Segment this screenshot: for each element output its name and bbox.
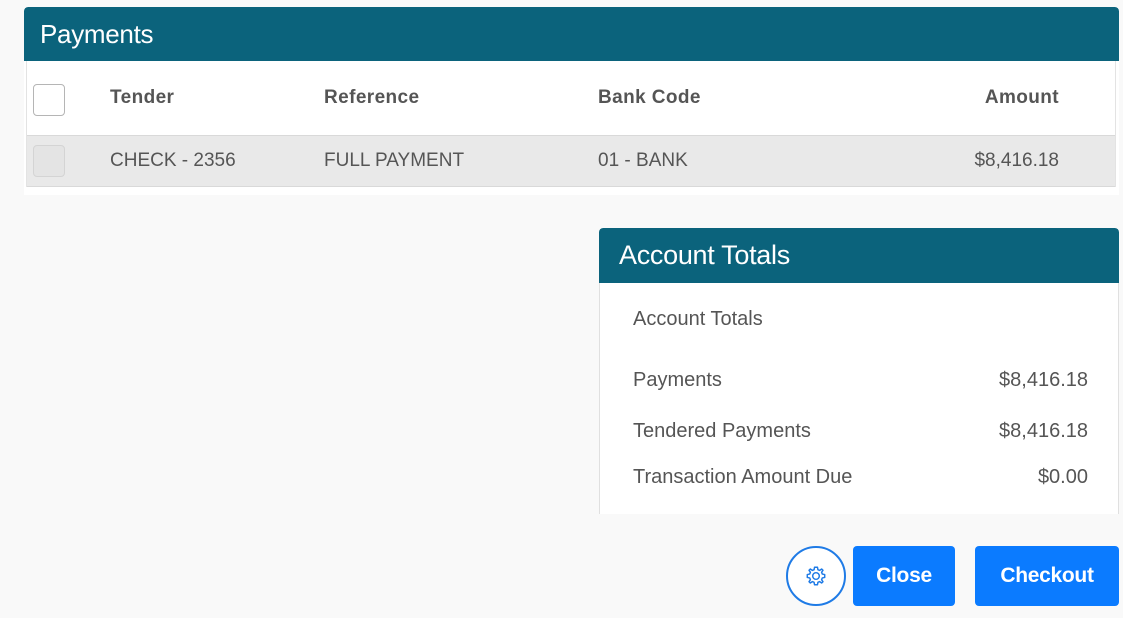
payments-panel-title: Payments [24, 7, 1119, 61]
cell-amount: $8,416.18 [974, 150, 1059, 171]
row-checkbox[interactable] [33, 145, 65, 177]
payments-panel: Payments Tender Reference Bank Code Amou… [24, 7, 1119, 195]
totals-label: Tendered Payments [633, 420, 811, 442]
payments-grid: Tender Reference Bank Code Amount CHECK … [26, 61, 1116, 187]
table-row[interactable]: CHECK - 2356 FULL PAYMENT 01 - BANK $8,4… [27, 135, 1115, 187]
column-header-amount[interactable]: Amount [985, 87, 1059, 109]
account-totals-body: Account Totals Payments $8,416.18 Tender… [599, 283, 1119, 514]
close-button[interactable]: Close [853, 546, 955, 606]
totals-value: $8,416.18 [999, 420, 1088, 442]
account-totals-panel: Account Totals Account Totals Payments $… [599, 228, 1119, 514]
checkout-button[interactable]: Checkout [975, 546, 1119, 606]
totals-row-payments: Payments $8,416.18 [633, 369, 1088, 395]
cell-reference: FULL PAYMENT [324, 150, 465, 171]
column-header-reference[interactable]: Reference [324, 87, 419, 109]
select-all-checkbox[interactable] [33, 84, 65, 116]
totals-row-tendered-payments: Tendered Payments $8,416.18 [633, 420, 1088, 446]
totals-label: Payments [633, 369, 722, 391]
account-totals-title: Account Totals [599, 228, 1119, 283]
payments-grid-header: Tender Reference Bank Code Amount [27, 61, 1115, 135]
account-totals-subtitle: Account Totals [633, 308, 763, 330]
cell-bank-code: 01 - BANK [598, 150, 688, 171]
totals-value: $8,416.18 [999, 369, 1088, 391]
settings-button[interactable] [786, 546, 846, 606]
totals-row-transaction-amount-due: Transaction Amount Due $0.00 [633, 466, 1088, 492]
totals-label: Transaction Amount Due [633, 466, 853, 488]
cell-tender: CHECK - 2356 [110, 150, 236, 171]
column-header-bank-code[interactable]: Bank Code [598, 87, 701, 109]
gear-icon [806, 566, 826, 586]
column-header-tender[interactable]: Tender [110, 87, 174, 109]
totals-value: $0.00 [1037, 466, 1088, 488]
